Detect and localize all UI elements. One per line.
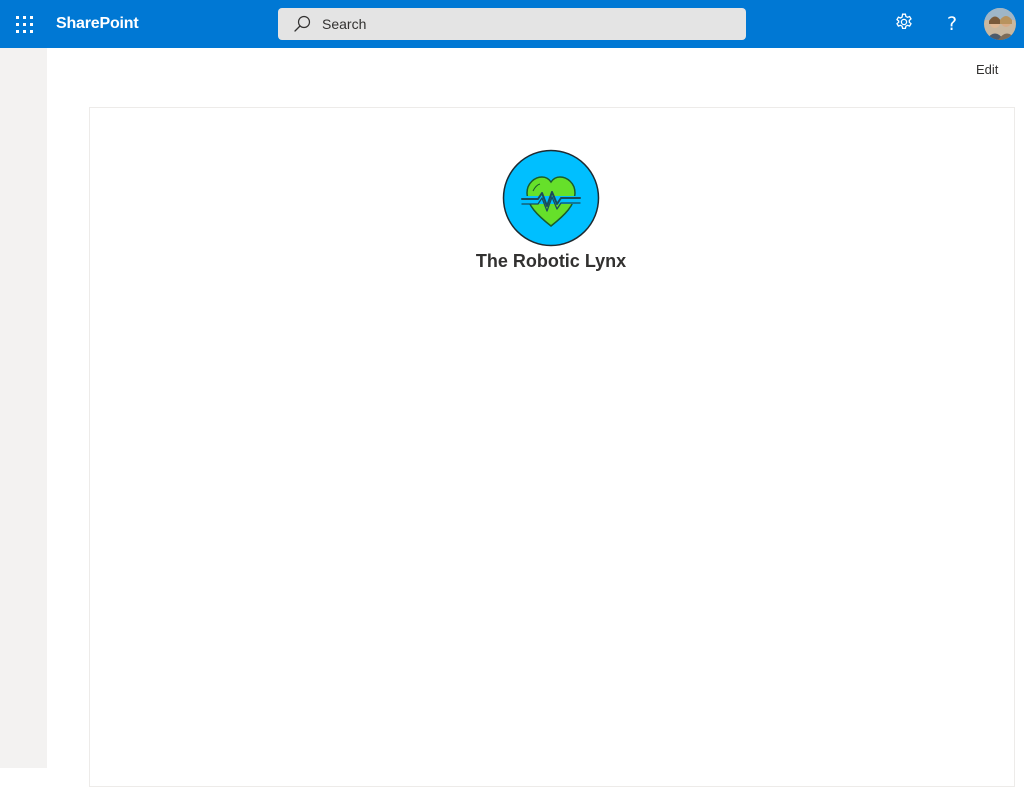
edit-button[interactable]: Edit <box>976 60 998 80</box>
app-launcher-button[interactable] <box>0 0 48 48</box>
heart-pulse-icon <box>502 149 600 247</box>
suite-bar: SharePoint ? <box>0 0 1024 48</box>
left-rail <box>0 48 47 768</box>
account-avatar[interactable] <box>984 8 1016 40</box>
search-input[interactable] <box>322 16 722 32</box>
search-box[interactable] <box>278 8 746 40</box>
sharepoint-brand-link[interactable]: SharePoint <box>56 0 139 48</box>
settings-button[interactable] <box>880 0 928 48</box>
waffle-grid-icon <box>15 15 33 33</box>
user-avatar <box>984 8 1016 40</box>
search-icon <box>292 14 312 34</box>
site-title: The Robotic Lynx <box>475 251 627 271</box>
site-logo <box>502 149 600 247</box>
help-icon: ? <box>946 13 958 35</box>
help-button[interactable]: ? <box>928 0 976 48</box>
gear-icon <box>894 12 914 37</box>
